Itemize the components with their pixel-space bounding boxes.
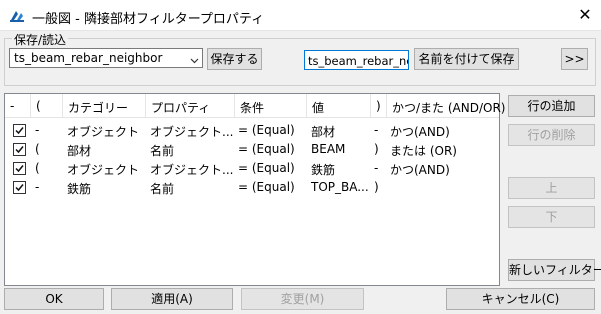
row-close-paren: -: [374, 123, 379, 137]
row-value: TOP_BA...: [311, 180, 369, 194]
row-category: オブジェクト: [67, 163, 140, 177]
chevron-down-icon: [190, 54, 199, 64]
delete-row-button[interactable]: 行の削除: [508, 124, 595, 146]
row-value: BEAM: [311, 142, 346, 156]
row-close-paren: -: [374, 161, 379, 175]
filter-select-value: ts_beam_rebar_neighbor: [14, 51, 163, 65]
row-property: オブジェクト...: [150, 125, 234, 139]
save-as-button[interactable]: 名前を付けて保存: [414, 48, 519, 70]
row-condition: = (Equal): [238, 142, 295, 156]
column-header-category[interactable]: カテゴリー: [63, 94, 146, 118]
apply-button[interactable]: 適用(A): [111, 288, 233, 310]
row-and-or: かつ(AND): [390, 163, 450, 177]
move-down-button[interactable]: 下: [508, 206, 595, 228]
row-value: 鉄筋: [311, 163, 336, 177]
row-property: 名前: [150, 144, 175, 158]
title-bar: 一般図 - 隣接部材フィルタープロパティ ✕: [0, 0, 601, 31]
column-header-and-or[interactable]: かつ/また (AND/OR): [387, 94, 505, 118]
row-category: 部材: [67, 144, 92, 158]
close-icon[interactable]: ✕: [574, 4, 596, 26]
row-checkbox[interactable]: [13, 181, 26, 194]
filter-name-input[interactable]: ts_beam_rebar_neig: [304, 50, 409, 70]
checkmark-icon: [15, 127, 24, 135]
row-category: 鉄筋: [67, 182, 92, 196]
row-dash: (: [35, 142, 40, 156]
column-header-condition[interactable]: 条件: [235, 94, 307, 118]
add-row-button[interactable]: 行の追加: [508, 95, 595, 117]
row-property: オブジェクト...: [150, 163, 234, 177]
app-icon: [10, 9, 24, 22]
row-close-paren: ): [374, 142, 379, 156]
column-header-property[interactable]: プロパティ: [146, 94, 235, 118]
modify-button[interactable]: 変更(M): [241, 288, 364, 310]
row-category: オブジェクト: [67, 125, 140, 139]
row-property: 名前: [150, 182, 175, 196]
row-checkbox[interactable]: [13, 124, 26, 137]
move-up-button[interactable]: 上: [508, 177, 595, 199]
save-load-label: 保存/読込: [12, 31, 69, 48]
cancel-button[interactable]: キャンセル(C): [446, 288, 595, 310]
row-checkbox[interactable]: [13, 143, 26, 156]
filter-name-value: ts_beam_rebar_neig: [308, 54, 408, 68]
checkmark-icon: [15, 146, 24, 154]
column-header-open-paren[interactable]: (: [31, 94, 63, 118]
more-options-button[interactable]: >>: [561, 48, 588, 70]
row-condition: = (Equal): [238, 161, 295, 175]
row-condition: = (Equal): [238, 123, 295, 137]
checkmark-icon: [15, 184, 24, 192]
row-close-paren: ): [374, 180, 379, 194]
save-button[interactable]: 保存する: [207, 48, 262, 70]
new-filter-button[interactable]: 新しいフィルター: [508, 259, 601, 281]
filter-select[interactable]: ts_beam_rebar_neighbor: [9, 48, 203, 68]
row-and-or: または (OR): [390, 144, 457, 158]
row-condition: = (Equal): [238, 180, 295, 194]
column-header-close-paren[interactable]: ): [371, 94, 387, 118]
ok-button[interactable]: OK: [4, 288, 104, 310]
row-dash: (: [35, 161, 40, 175]
row-value: 部材: [311, 125, 336, 139]
filter-rule-table[interactable]: - ( カテゴリー プロパティ 条件 値 ) かつ/また (AND/OR) - …: [4, 93, 505, 286]
row-and-or: かつ(AND): [390, 125, 450, 139]
column-header-dash[interactable]: -: [5, 94, 31, 118]
checkmark-icon: [15, 165, 24, 173]
column-header-value[interactable]: 値: [307, 94, 371, 118]
row-checkbox[interactable]: [13, 162, 26, 175]
row-dash: -: [35, 180, 40, 194]
row-dash: -: [35, 123, 40, 137]
window-title: 一般図 - 隣接部材フィルタープロパティ: [32, 12, 265, 27]
